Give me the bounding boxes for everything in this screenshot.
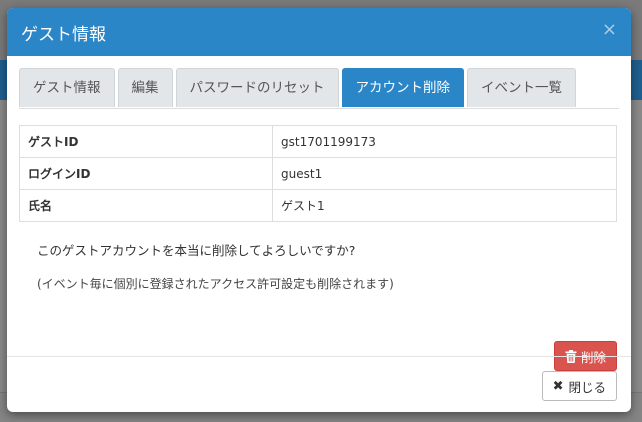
delete-note-message: (イベント毎に個別に登録されたアクセス許可設定も削除されます) [37,277,394,291]
tab-bar: ゲスト情報 編集 パスワードのリセット アカウント削除 イベント一覧 [19,68,619,109]
tab-edit[interactable]: 編集 [117,68,173,107]
name-label: 氏名 [19,189,273,222]
table-row: 氏名 ゲスト1 [19,189,617,222]
table-row: ログインID guest1 [19,157,617,190]
modal-body: ゲスト情報 編集 パスワードのリセット アカウント削除 イベント一覧 ゲストID… [7,56,631,371]
modal-header: ゲスト情報 × [7,8,631,56]
table-row: ゲストID gst1701199173 [19,125,617,158]
login-id-label: ログインID [19,157,273,190]
modal-footer: ✖ 閉じる [7,356,631,412]
close-button-label: 閉じる [568,379,606,395]
guest-info-table: ゲストID gst1701199173 ログインID guest1 氏名 ゲスト… [19,125,617,222]
delete-confirm-message: このゲストアカウントを本当に削除してよろしいですか? [37,243,356,258]
login-id-value: guest1 [272,157,617,190]
close-button[interactable]: ✖ 閉じる [541,371,617,401]
guest-info-modal: ゲスト情報 × ゲスト情報 編集 パスワードのリセット アカウント削除 イベント… [7,8,631,412]
tab-password-reset[interactable]: パスワードのリセット [175,68,339,107]
x-icon: ✖ [552,378,564,394]
guest-id-label: ゲストID [19,125,273,158]
modal-close-icon[interactable]: × [602,19,617,40]
modal-title: ゲスト情報 [21,25,106,45]
tab-event-list[interactable]: イベント一覧 [467,68,576,107]
tab-guest-info[interactable]: ゲスト情報 [19,68,115,107]
tab-account-delete[interactable]: アカウント削除 [341,68,464,107]
name-value: ゲスト1 [272,189,617,222]
guest-id-value: gst1701199173 [272,125,617,158]
